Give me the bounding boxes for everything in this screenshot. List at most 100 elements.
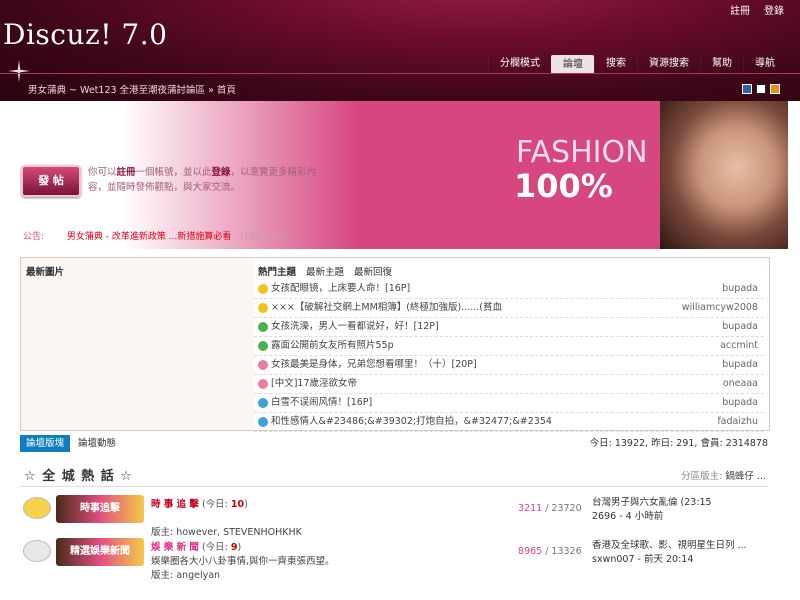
topic-list: 女孩配眼镜，上床要人命！[16P] bupada ×××【破解社交網上MM相簿】(終… bbox=[254, 280, 764, 432]
topic-row[interactable]: 女孩洗澡，男人一看都说好，好！[12P] bupada bbox=[254, 318, 764, 337]
register-link[interactable]: 註冊 bbox=[730, 2, 750, 17]
style-white-icon[interactable] bbox=[756, 84, 766, 94]
forum-description: 娛樂圈各大小八卦事情,與你一齊東張西望。 bbox=[151, 556, 335, 567]
tab-new-topics[interactable]: 最新主題 bbox=[306, 264, 344, 278]
topic-title[interactable]: 和性感情人&#23486;&#39302;打炮自拍，&#32477;&#2354 bbox=[271, 413, 552, 431]
tab-new-replies[interactable]: 最新回復 bbox=[354, 264, 392, 278]
topic-row[interactable]: 露面公開前女友所有照片55p accmint bbox=[254, 337, 764, 356]
last-post-title[interactable]: 台灣男子與六女亂倫 (23:15 bbox=[592, 497, 712, 508]
forum-today-count: (今日: 10) bbox=[198, 499, 248, 510]
nav-tab-navigation[interactable]: 導航 bbox=[743, 53, 786, 74]
topic-title[interactable]: 女孩洗澡，男人一看都说好，好！[12P] bbox=[271, 318, 439, 336]
topics-box: 最新圖片 熱門主題 最新主題 最新回復 女孩配眼镜，上床要人命！[16P] bup… bbox=[20, 257, 770, 432]
topic-row[interactable]: ×××【破解社交網上MM相簿】(終極加強版)......(貧血 williamcy… bbox=[254, 299, 764, 318]
forum-last-post: 台灣男子與六女亂倫 (23:15 2696 - 4 小時前 bbox=[592, 496, 712, 524]
topic-row[interactable]: [中文]17歲淫欲女帝 oneaaa bbox=[254, 375, 764, 394]
welcome-text: 你可以註冊一個帳號，並以此登錄，以瀏覽更多精彩內容，並隨時發佈觀點，與大家交流。 bbox=[88, 167, 317, 193]
topic-title[interactable]: 白雪不误闹风情！[16P] bbox=[271, 394, 372, 412]
forum-counts: 3211 / 23720 bbox=[518, 503, 582, 514]
topic-icon bbox=[258, 341, 268, 351]
forum-logo[interactable]: 時事追擊 bbox=[56, 495, 144, 523]
forum-status-icon bbox=[23, 497, 51, 519]
topic-icon bbox=[258, 417, 268, 427]
category-moderator-link[interactable]: 鍋蜂仔 ... bbox=[725, 471, 766, 482]
category-title[interactable]: ☆ 全 城 熱 話 ☆ bbox=[24, 465, 133, 484]
forum-name-link[interactable]: 時 事 追 擊 bbox=[151, 499, 199, 510]
forum-status-icon bbox=[23, 540, 51, 562]
topic-author[interactable]: bupada bbox=[722, 318, 758, 336]
announcement-date: (2007-4-1) bbox=[240, 232, 289, 242]
topic-author[interactable]: accmint bbox=[720, 337, 758, 355]
style-blue-icon[interactable] bbox=[742, 84, 752, 94]
login-link-inline[interactable]: 登錄 bbox=[212, 167, 231, 178]
last-post-title[interactable]: 香港及全球歌、影、視明星生日列 ... bbox=[592, 540, 747, 551]
post-button[interactable]: 發 帖 bbox=[21, 165, 81, 197]
register-link-inline[interactable]: 註冊 bbox=[117, 167, 136, 178]
topic-title[interactable]: 女孩配眼镜，上床要人命！[16P] bbox=[271, 280, 410, 298]
main-nav: 分欄模式 論壇 搜索 資源搜索 幫助 導航 bbox=[488, 53, 786, 74]
banner: 發 帖 你可以註冊一個帳號，並以此登錄，以瀏覽更多精彩內容，並隨時發佈觀點，與大… bbox=[20, 101, 788, 249]
model-photo bbox=[660, 101, 788, 249]
last-post-meta: 2696 - 4 小時前 bbox=[592, 511, 664, 522]
forum-name: 時 事 追 擊 (今日: 10) bbox=[151, 496, 248, 510]
topic-author[interactable]: bupada bbox=[722, 356, 758, 374]
fashion-text: FASHION bbox=[516, 135, 648, 170]
topic-title[interactable]: [中文]17歲淫欲女帝 bbox=[271, 375, 357, 393]
forum-moderators: 版主: angelyan bbox=[151, 570, 221, 581]
topic-title[interactable]: 露面公開前女友所有照片55p bbox=[271, 337, 394, 355]
topic-author[interactable]: williamcyw2008 bbox=[682, 299, 758, 317]
announcement: 公告: 男女蒲典 - 改革進新政策 ...新措施算必看 (2007-4-1) bbox=[23, 229, 288, 242]
forum-name: 娛 樂 新 聞 (今日: 9) bbox=[151, 539, 241, 553]
topic-author[interactable]: bupada bbox=[722, 394, 758, 412]
topic-icon bbox=[258, 398, 268, 408]
announcement-link[interactable]: 男女蒲典 - 改革進新政策 ...新措施算必看 bbox=[67, 232, 231, 242]
topic-icon bbox=[258, 360, 268, 370]
style-orange-icon[interactable] bbox=[770, 84, 780, 94]
forum-counts: 8965 / 13326 bbox=[518, 546, 582, 557]
nav-divider bbox=[0, 73, 800, 74]
forum-row: 時事追擊 時 事 追 擊 (今日: 10) 版主: however, STEVE… bbox=[20, 493, 768, 538]
forum-today-count: (今日: 9) bbox=[198, 542, 242, 553]
style-switcher bbox=[742, 84, 780, 94]
topic-row[interactable]: 和性感情人&#23486;&#39302;打炮自拍，&#32477;&#2354… bbox=[254, 413, 764, 432]
site-logo[interactable]: Discuz! 7.0 bbox=[3, 18, 167, 51]
topic-icon bbox=[258, 379, 268, 389]
topics-panel: 熱門主題 最新主題 最新回復 女孩配眼镜，上床要人命！[16P] bupada ××… bbox=[254, 258, 769, 432]
forum-last-post: 香港及全球歌、影、視明星生日列 ... sxwn007 - 前天 20:14 bbox=[592, 539, 747, 567]
forum-name-link[interactable]: 娛 樂 新 聞 bbox=[151, 542, 199, 553]
nav-tab-forum[interactable]: 論壇 bbox=[551, 55, 594, 74]
topic-icon bbox=[258, 303, 268, 313]
topic-author[interactable]: fadaizhu bbox=[717, 413, 758, 431]
topic-row[interactable]: 女孩配眼镜，上床要人命！[16P] bupada bbox=[254, 280, 764, 299]
forum-stats: 今日: 13922, 昨日: 291, 會員: 2314878 bbox=[589, 438, 768, 449]
tab-forum-activity[interactable]: 論壇動態 bbox=[78, 435, 116, 452]
nav-tab-resource-search[interactable]: 資源搜索 bbox=[637, 53, 700, 74]
forum-row: 精選娛樂新聞 娛 樂 新 聞 (今日: 9) 娛樂圈各大小八卦事情,與你一齊東張… bbox=[20, 536, 768, 581]
topic-icon bbox=[258, 322, 268, 332]
topic-title[interactable]: ×××【破解社交網上MM相簿】(終極加強版)......(貧血 bbox=[271, 299, 502, 317]
topic-author[interactable]: oneaaa bbox=[723, 375, 758, 393]
fashion-percent: 100% bbox=[514, 167, 613, 205]
nav-tab-search[interactable]: 搜索 bbox=[594, 53, 637, 74]
nav-tab-help[interactable]: 幫助 bbox=[700, 53, 743, 74]
sparkle-icon bbox=[8, 60, 30, 82]
last-post-meta: sxwn007 - 前天 20:14 bbox=[592, 554, 694, 565]
top-links: 註冊 登錄 bbox=[730, 2, 784, 17]
forum-bar: 論壇版塊 論壇動態 今日: 13922, 昨日: 291, 會員: 231487… bbox=[20, 435, 768, 453]
tab-forum-sections[interactable]: 論壇版塊 bbox=[20, 435, 71, 452]
forum-logo[interactable]: 精選娛樂新聞 bbox=[56, 538, 144, 566]
header: Discuz! 7.0 註冊 登錄 分欄模式 論壇 搜索 資源搜索 幫助 導航 … bbox=[0, 0, 800, 101]
announcement-label: 公告: bbox=[23, 232, 45, 242]
nav-tab-column-mode[interactable]: 分欄模式 bbox=[488, 53, 551, 74]
topic-row[interactable]: 白雪不误闹风情！[16P] bupada bbox=[254, 394, 764, 413]
latest-images-title: 最新圖片 bbox=[26, 267, 65, 278]
category-moderators: 分區版主: 鍋蜂仔 ... bbox=[681, 471, 766, 482]
topic-author[interactable]: bupada bbox=[722, 280, 758, 298]
topic-row[interactable]: 女孩最美是身体，兄弟您想看哪里！（十）[20P] bupada bbox=[254, 356, 764, 375]
topic-title[interactable]: 女孩最美是身体，兄弟您想看哪里！（十）[20P] bbox=[271, 356, 477, 374]
tab-hot-topics[interactable]: 熱門主題 bbox=[258, 264, 296, 278]
login-link[interactable]: 登錄 bbox=[764, 2, 784, 17]
topic-icon bbox=[258, 284, 268, 294]
topics-tabs: 熱門主題 最新主題 最新回復 bbox=[258, 264, 392, 278]
breadcrumb[interactable]: 男女蒲典 ~ Wet123 全港至潮夜蒲討論區 » 首頁 bbox=[28, 82, 236, 96]
